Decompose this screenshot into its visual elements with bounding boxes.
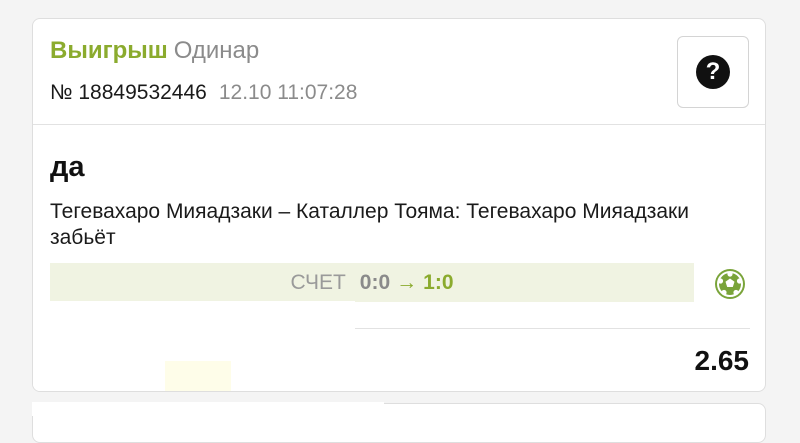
event-description: Тегевахаро Мияадзаки – Каталлер Тояма: Т… (50, 200, 689, 249)
bet-title: Выигрыш Одинар (50, 36, 259, 66)
bet-selection: да (50, 151, 85, 183)
score-label: СЧЕТ (290, 270, 346, 294)
question-icon: ? (696, 55, 730, 89)
ticket-number: № 18849532446 (50, 81, 207, 104)
redaction-mask-highlight (165, 361, 231, 391)
score-before: 0:0 (359, 270, 391, 294)
arrow-right-icon: → (396, 270, 418, 294)
redaction-mask-bottom (32, 402, 384, 416)
bet-odds: 2.65 (694, 345, 750, 376)
soccer-ball-icon (715, 269, 745, 299)
bet-status: Выигрыш (50, 37, 168, 64)
help-button[interactable]: ? (677, 36, 749, 108)
score-bar: СЧЕТ 0:0 → 1:0 (50, 263, 694, 302)
bet-meta: № 18849532446 12.10 11:07:28 (50, 80, 357, 106)
bet-header: Выигрыш Одинар № 18849532446 12.10 11:07:2… (33, 19, 765, 125)
bet-type: Одинар (173, 37, 260, 64)
bet-datetime: 12.10 11:07:28 (218, 81, 358, 104)
score-after: 1:0 (423, 270, 454, 294)
bet-card[interactable]: Выигрыш Одинар № 18849532446 12.10 11:07:2… (32, 18, 766, 392)
